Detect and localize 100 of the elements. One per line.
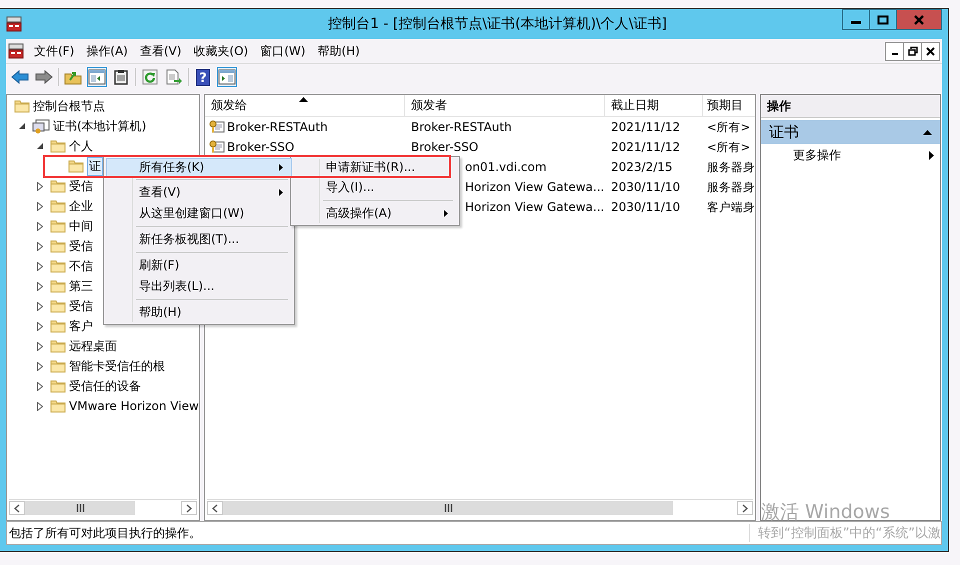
minimize-button[interactable] — [842, 9, 870, 30]
folder-icon — [50, 339, 66, 353]
table-cell: 客户端身 — [707, 200, 755, 214]
menu-item[interactable]: 帮助(H) — [313, 42, 368, 60]
folder-icon — [50, 399, 66, 413]
tree-item[interactable]: 证 — [87, 156, 103, 176]
back-arrow-icon[interactable] — [10, 67, 30, 87]
expand-icon[interactable] — [37, 322, 43, 330]
expand-icon[interactable] — [37, 262, 43, 270]
folder-icon — [68, 159, 84, 173]
menu-item[interactable]: 窗口(W) — [256, 42, 314, 60]
tree-item[interactable]: 中间 — [69, 218, 93, 234]
expand-icon[interactable] — [37, 182, 43, 190]
folder-icon — [50, 379, 66, 393]
scroll-left-icon[interactable] — [207, 501, 223, 515]
expand-icon[interactable] — [37, 202, 43, 210]
expand-icon[interactable] — [37, 362, 43, 370]
forward-arrow-icon[interactable] — [34, 67, 54, 87]
console-tree-icon[interactable] — [87, 67, 107, 87]
expand-icon[interactable] — [37, 242, 43, 250]
restore-icon — [908, 46, 918, 56]
tree-item[interactable]: 第三 — [69, 278, 93, 294]
folder-icon — [50, 139, 66, 153]
table-cell: Broker-RESTAuth — [227, 120, 328, 134]
menu-item[interactable]: 操作(A) — [82, 42, 136, 60]
menu-item[interactable]: 从这里创建窗口(W) — [106, 203, 292, 224]
menu-item[interactable]: 文件(F) — [30, 42, 82, 60]
minimize-button[interactable] — [885, 42, 904, 60]
expand-icon[interactable] — [37, 282, 43, 290]
expand-icon[interactable] — [37, 302, 43, 310]
scroll-left-icon[interactable] — [9, 501, 25, 515]
menu-item[interactable]: 新任务板视图(T)... — [106, 229, 292, 250]
menu-item[interactable]: 所有任务(K) — [106, 158, 292, 177]
app-icon[interactable] — [8, 43, 24, 59]
menu-item[interactable]: 查看(V) — [136, 42, 190, 60]
collapse-icon[interactable] — [923, 130, 932, 134]
scroll-thumb[interactable] — [25, 501, 135, 515]
folder-icon — [50, 359, 66, 373]
scroll-right-icon[interactable] — [181, 501, 197, 515]
export-list-icon[interactable] — [164, 67, 184, 87]
expand-icon[interactable] — [37, 222, 43, 230]
table-cell: <所有> — [707, 120, 750, 134]
tree-item[interactable]: 受信 — [69, 178, 93, 194]
collapse-icon[interactable] — [18, 122, 26, 130]
tree-item[interactable]: VMware Horizon View — [69, 399, 199, 413]
minimize-icon — [892, 53, 898, 55]
table-cell: 2021/11/12 — [611, 140, 680, 154]
close-icon — [926, 46, 935, 56]
folder-icon — [50, 219, 66, 233]
column-header[interactable]: 颁发者 — [405, 95, 605, 116]
tree-item[interactable]: 受信 — [69, 238, 93, 254]
menu-item[interactable]: 刷新(F) — [106, 255, 292, 276]
action-pane-icon[interactable] — [217, 67, 237, 87]
tree-item[interactable]: 控制台根节点 — [33, 98, 105, 114]
expand-icon[interactable] — [37, 402, 43, 410]
scroll-right-icon[interactable] — [737, 501, 753, 515]
restore-button[interactable] — [903, 42, 922, 60]
tree-item[interactable]: 个人 — [69, 138, 93, 154]
close-button[interactable] — [921, 42, 940, 60]
menu-item[interactable]: 高级操作(A) — [293, 203, 457, 224]
sort-arrow-icon — [299, 97, 308, 102]
tree-item[interactable]: 客户 — [69, 318, 93, 334]
folder-icon — [50, 239, 66, 253]
menu-item[interactable]: 查看(V) — [106, 182, 292, 203]
tree-item[interactable]: 企业 — [69, 198, 93, 214]
folder-icon — [50, 299, 66, 313]
maximize-button[interactable] — [869, 9, 897, 30]
app-icon[interactable] — [6, 16, 22, 32]
menu-item[interactable]: 导出列表(L)... — [106, 276, 292, 297]
status-text: 包括了所有可对此项目执行的操作。 — [9, 524, 201, 542]
table-cell: 2030/11/10 — [611, 180, 680, 194]
help-button[interactable]: ? — [193, 67, 213, 87]
expand-icon[interactable] — [37, 382, 43, 390]
table-cell: 服务器身 — [707, 160, 755, 174]
tree-item[interactable]: 不信 — [69, 258, 93, 274]
scroll-thumb[interactable] — [223, 501, 673, 515]
tree-item[interactable]: 受信 — [69, 298, 93, 314]
tree-item[interactable]: 受信任的设备 — [69, 378, 141, 394]
column-header[interactable]: 预期目 — [703, 95, 755, 116]
activation-text: 转到“控制面板”中的“系统”以激 — [749, 524, 941, 542]
column-header[interactable]: 截止日期 — [605, 95, 703, 116]
table-cell: <所有> — [707, 140, 750, 154]
table-cell: 2021/11/12 — [611, 120, 680, 134]
action-link[interactable]: 更多操作 — [793, 146, 841, 164]
expand-icon[interactable] — [37, 342, 43, 350]
refresh-icon[interactable] — [140, 67, 160, 87]
collapse-icon[interactable] — [36, 142, 44, 150]
menu-item[interactable]: 帮助(H) — [106, 302, 292, 323]
table-cell: on01.vdi.com — [465, 160, 547, 174]
section-header[interactable]: 证书 — [761, 120, 940, 144]
menu-item[interactable]: 导入(I)... — [293, 177, 457, 198]
table-cell: Broker-SSO — [227, 140, 294, 154]
table-cell: Horizon View Gatewa... — [465, 180, 604, 194]
column-header[interactable]: 颁发给 — [205, 95, 405, 116]
tree-item[interactable]: 证书(本地计算机) — [53, 118, 146, 134]
menu-item[interactable]: 收藏夹(O) — [189, 42, 256, 60]
tree-item[interactable]: 智能卡受信任的根 — [69, 358, 165, 374]
minimize-icon — [851, 21, 861, 24]
maximize-icon — [877, 14, 889, 24]
tree-item[interactable]: 远程桌面 — [69, 338, 117, 354]
